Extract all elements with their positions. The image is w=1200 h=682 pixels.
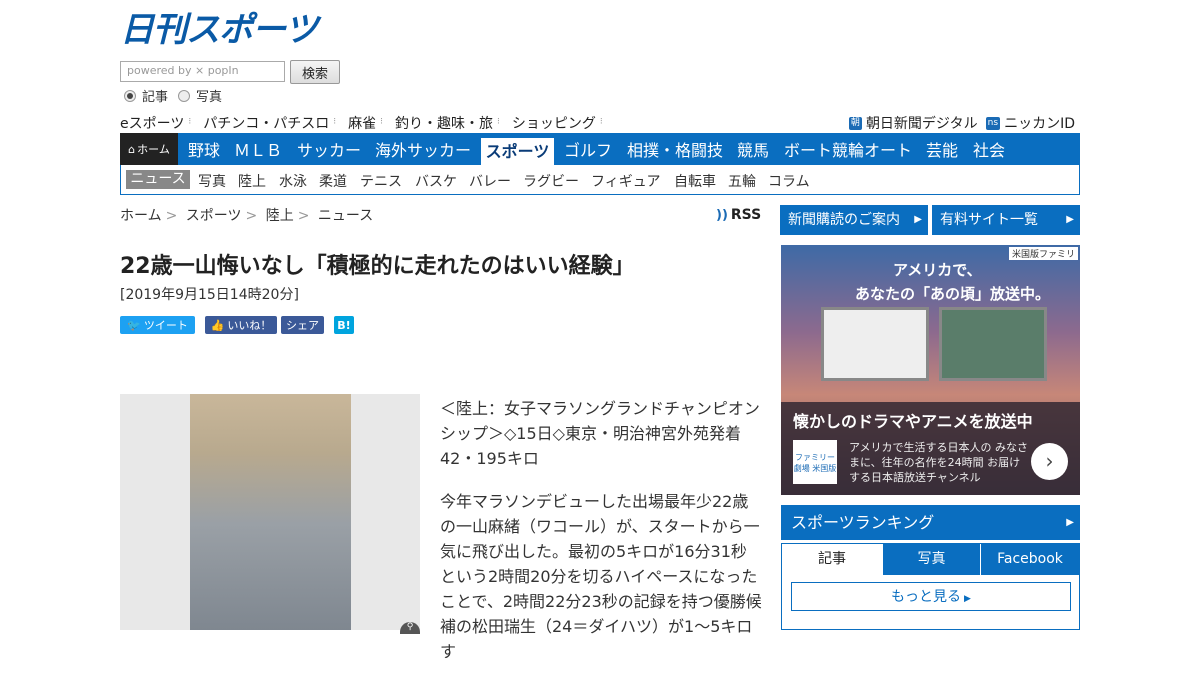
tab-photo[interactable]: 写真	[882, 544, 980, 575]
paid-sites-button[interactable]: 有料サイト一覧 ▶	[932, 205, 1080, 235]
ad-description: アメリカで生活する日本人の みなさまに、往年の名作を24時間 お届けする日本語放…	[849, 441, 1028, 484]
arrow-icon: ⁝	[496, 117, 500, 127]
chevron-right-icon: ▶	[1066, 517, 1074, 528]
subnav-item[interactable]: 自転車	[674, 171, 716, 191]
subnav-item[interactable]: 写真	[198, 171, 226, 191]
chevron-right-icon: ▶	[964, 594, 971, 604]
tab-facebook[interactable]: Facebook	[980, 544, 1079, 575]
nav-item[interactable]: 野球	[188, 133, 220, 165]
article-lead: ＜陸上：女子マラソングランドチャンピオンシップ＞◇15日◇東京・明治神宮外苑発着…	[440, 399, 760, 468]
radio-photo-label: 写真	[196, 90, 223, 105]
ad-headline: あなたの「あの頃」放送中。	[855, 285, 1051, 303]
arrow-icon: ⁝	[188, 117, 192, 127]
article-date: [2019年9月15日14時20分]	[120, 287, 299, 303]
tv-image	[939, 307, 1047, 381]
radio-article-label: 記事	[142, 90, 169, 105]
subnav-item[interactable]: 柔道	[319, 171, 347, 191]
subnav-item[interactable]: 陸上	[238, 171, 266, 191]
thumbs-up-icon: 👍	[210, 318, 225, 332]
tv-image	[821, 307, 929, 381]
article-paragraph: 今年マラソンデビューした出場最年少22歳の一山麻緒（ワコール）が、スタートから一…	[440, 492, 762, 661]
ad-badge: 米国版ファミリ	[1008, 247, 1078, 260]
home-icon: ⌂	[128, 142, 136, 156]
breadcrumb: ホーム > スポーツ > 陸上 > ニュース	[120, 208, 374, 224]
nav-item[interactable]: サッカー	[297, 133, 361, 165]
radio-article[interactable]	[124, 89, 136, 102]
ad-headline: アメリカで、	[893, 261, 982, 279]
nav-item[interactable]: 相撲・格闘技	[627, 133, 723, 165]
article-body: ＜陸上：女子マラソングランドチャンピオンシップ＞◇15日◇東京・明治神宮外苑発着…	[440, 396, 762, 682]
like-button[interactable]: 👍 いいね！	[205, 316, 277, 334]
hatena-button[interactable]: B!	[334, 316, 354, 334]
nav-item[interactable]: ＭＬＢ	[234, 133, 282, 165]
subnav-item[interactable]: 五輪	[728, 171, 756, 191]
twitter-icon: 🐦	[127, 318, 141, 332]
topnav-link[interactable]: eスポーツ	[120, 113, 184, 133]
article-photo[interactable]	[120, 394, 420, 630]
subnav-item[interactable]: コラム	[768, 171, 810, 191]
radio-photo[interactable]	[178, 89, 191, 102]
topnav-link[interactable]: 釣り・趣味・旅	[395, 113, 493, 133]
runner-photo	[190, 394, 351, 630]
topnav-link[interactable]: ショッピング	[512, 113, 596, 133]
breadcrumb-link[interactable]: 陸上	[266, 208, 294, 224]
subscribe-button[interactable]: 新聞購読のご案内 ▶	[780, 205, 928, 235]
nav-item[interactable]: 競馬	[737, 133, 769, 165]
ad-logo: ファミリー劇場 米国版	[793, 440, 837, 484]
nav-item[interactable]: ゴルフ	[564, 133, 612, 165]
asahi-icon: 朝	[848, 116, 862, 130]
subnav-item[interactable]: ラグビー	[523, 171, 579, 191]
nav-item[interactable]: 社会	[973, 133, 1005, 165]
search-scope: 記事 写真	[124, 86, 226, 105]
arrow-icon: ⁝	[599, 117, 603, 127]
arrow-icon: ⁝	[380, 117, 383, 127]
site-logo[interactable]: 日刊スポーツ	[120, 12, 318, 48]
arrow-icon: ⁝	[333, 117, 337, 127]
home-tab[interactable]: ⌂ ホーム	[120, 133, 178, 165]
nav-item[interactable]: ボート競輪オート	[784, 133, 912, 165]
subnav-item[interactable]: フィギュア	[591, 171, 660, 191]
share-button[interactable]: シェア	[281, 316, 324, 334]
advertisement[interactable]: 米国版ファミリ アメリカで、 あなたの「あの頃」放送中。 懐かしのドラマやアニメ…	[781, 245, 1080, 495]
breadcrumb-current: ニュース	[317, 208, 374, 224]
top-links: eスポーツ ⁝ パチンコ・パチスロ ⁝ 麻雀 ⁝ 釣り・趣味・旅 ⁝ ショッピング ⁝ 朝…	[120, 113, 1080, 133]
tab-article[interactable]: 記事	[782, 544, 882, 575]
subnav-item[interactable]: テニス	[360, 171, 402, 191]
ad-banner-text: 懐かしのドラマやアニメを放送中	[793, 412, 1033, 431]
chevron-right-icon[interactable]: ›	[1031, 443, 1068, 480]
rss-link[interactable]: )) RSS	[716, 207, 761, 223]
search-button[interactable]: 検索	[290, 60, 340, 84]
topnav-link[interactable]: パチンコ・パチスロ	[203, 113, 329, 133]
topnav-link[interactable]: 麻雀	[348, 113, 376, 133]
subnav-item[interactable]: バレー	[469, 171, 511, 191]
sub-nav: ニュース 写真 陸上 水泳 柔道 テニス バスケ バレー ラグビー フィギュア …	[120, 165, 1080, 195]
page: 日刊スポーツ powered by ⨯ popIn 検索 記事 写真 eスポーツ…	[120, 0, 1080, 661]
article-title: 22歳一山悔いなし「積極的に走れたのはいい経験」	[120, 254, 635, 279]
nav-item[interactable]: 芸能	[926, 133, 958, 165]
nav-item[interactable]: 海外サッカー	[375, 133, 471, 165]
rss-icon: ))	[716, 208, 728, 223]
breadcrumb-link[interactable]: スポーツ	[186, 208, 242, 224]
subnav-item[interactable]: 水泳	[279, 171, 307, 191]
ranking-tabs: 記事 写真 Facebook もっと見る ▶	[781, 543, 1080, 630]
ranking-header[interactable]: スポーツランキング ▶	[781, 505, 1080, 540]
more-button[interactable]: もっと見る ▶	[791, 582, 1071, 611]
chevron-right-icon: ▶	[914, 214, 922, 225]
chevron-right-icon: ▶	[1066, 214, 1074, 225]
main-nav: ⌂ ホーム 野球 ＭＬＢ サッカー 海外サッカー スポーツ ゴルフ 相撲・格闘技 …	[120, 133, 1080, 165]
search-input[interactable]: powered by ⨯ popIn	[120, 61, 285, 82]
asahi-link[interactable]: 朝日新聞デジタル	[866, 113, 978, 133]
subnav-item[interactable]: バスケ	[415, 171, 457, 191]
nikkan-id-link[interactable]: ニッカンID	[1004, 113, 1075, 133]
tweet-button[interactable]: 🐦 ツイート	[120, 316, 195, 334]
nav-item-active[interactable]: スポーツ	[481, 138, 554, 165]
nikkan-id-icon: ns	[985, 116, 1001, 130]
breadcrumb-link[interactable]: ホーム	[120, 208, 162, 224]
subnav-item-active[interactable]: ニュース	[126, 170, 190, 189]
